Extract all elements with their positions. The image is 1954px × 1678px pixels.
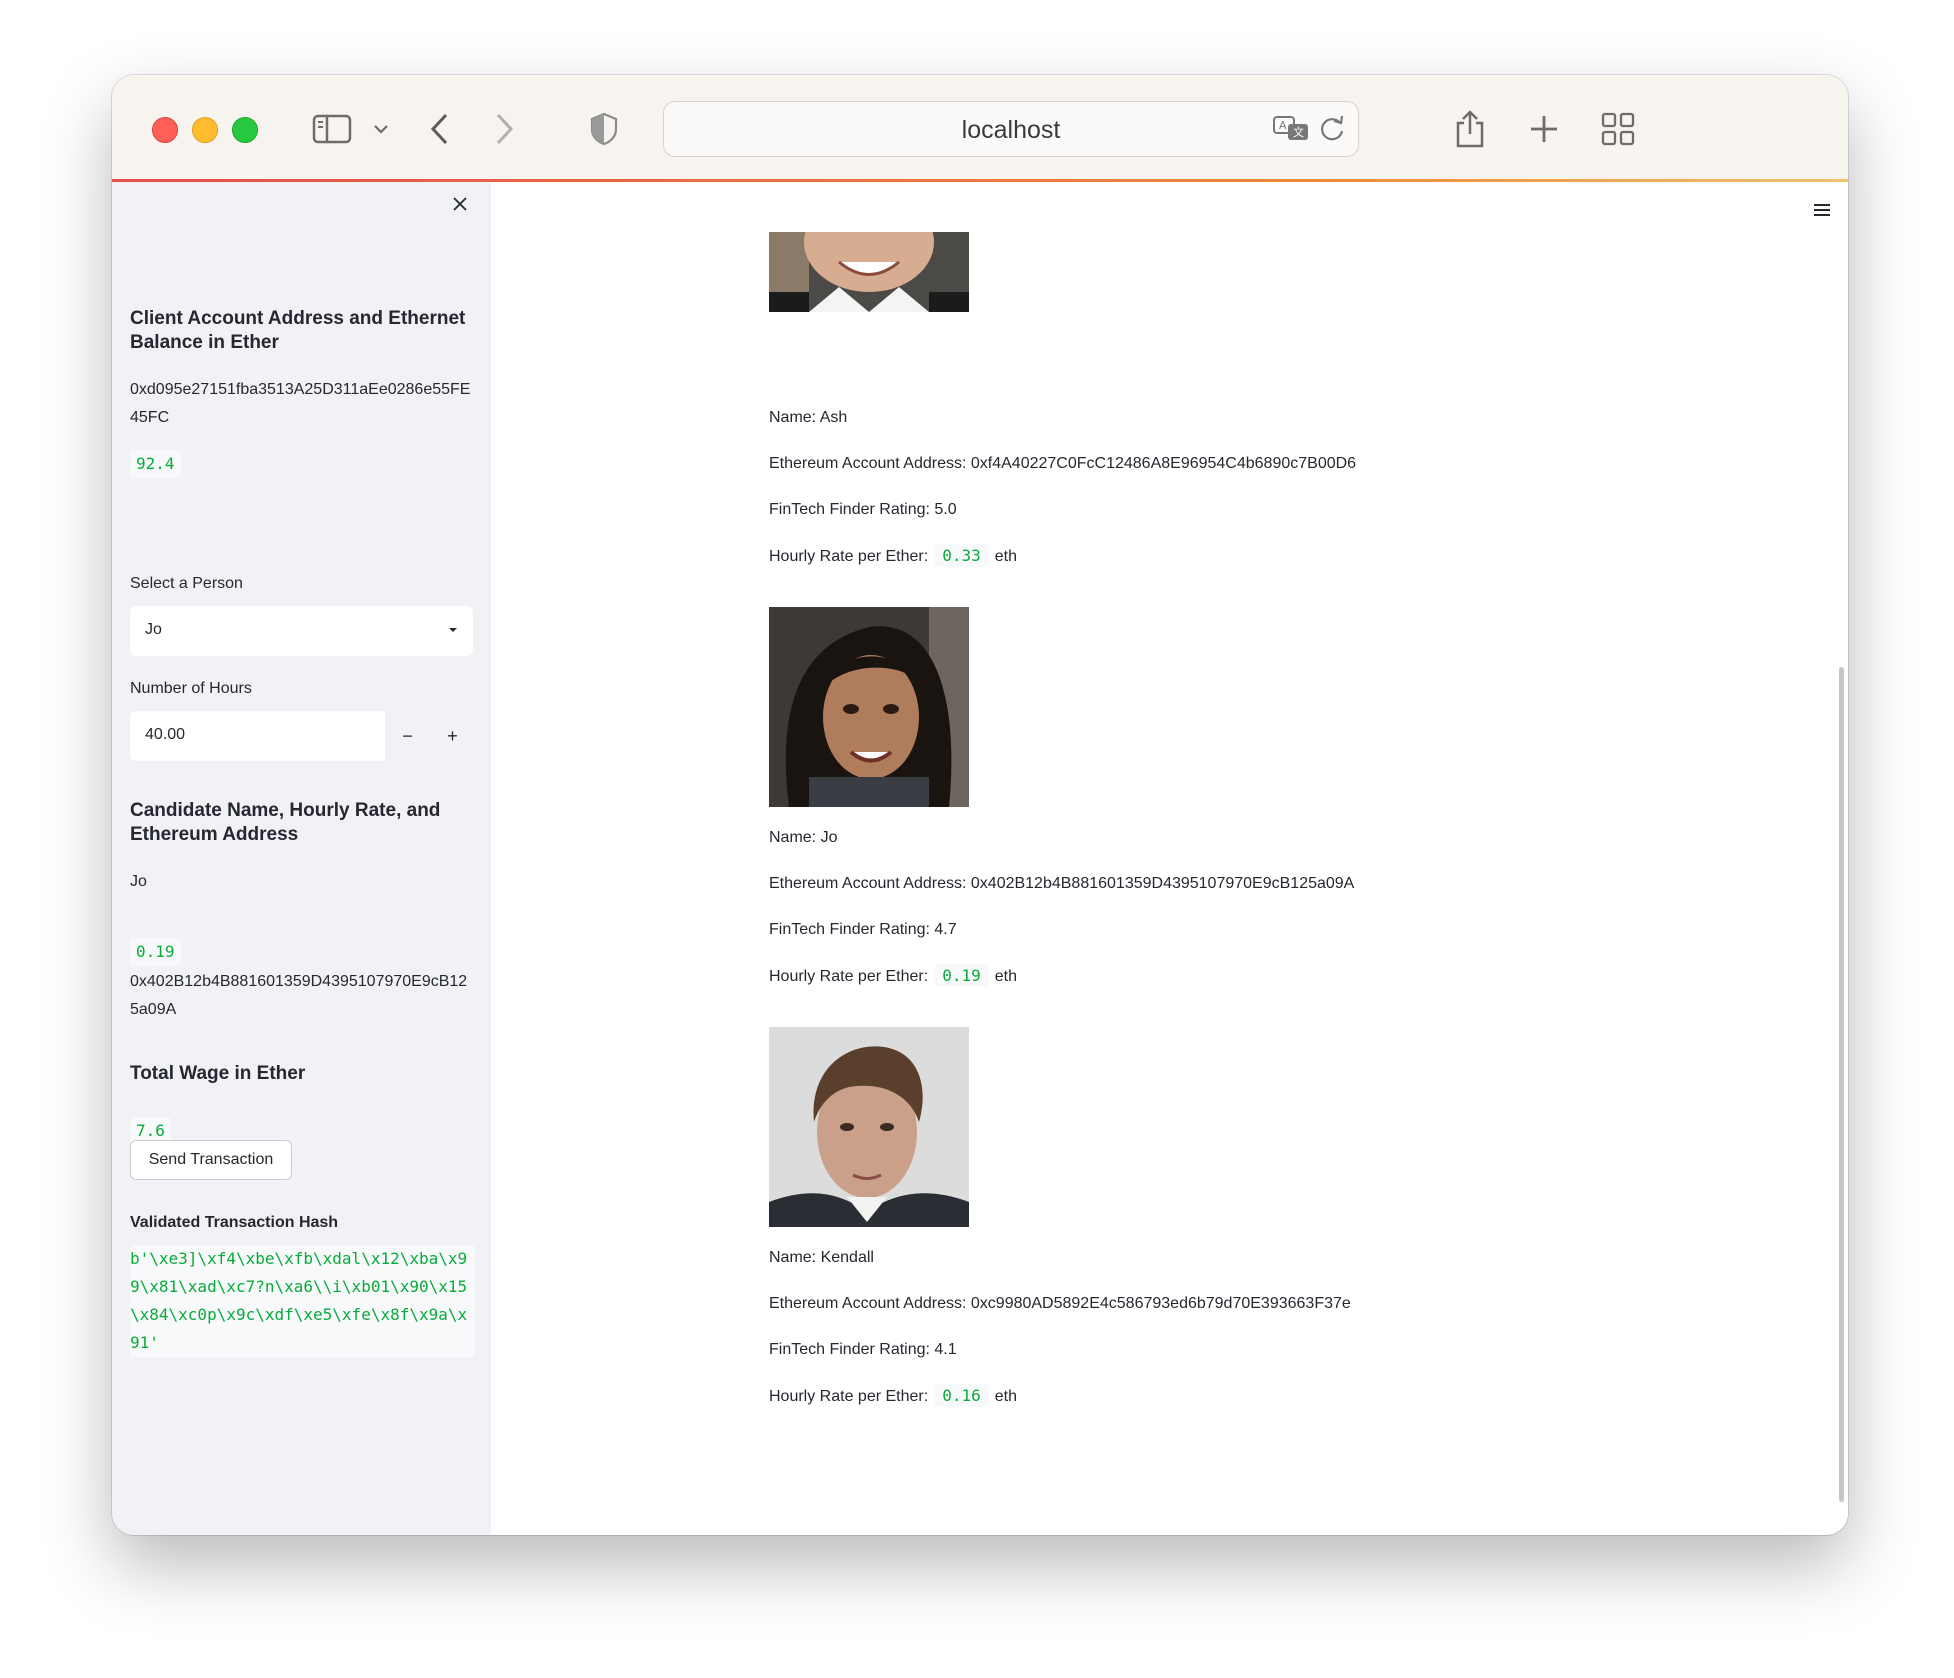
selected-person: Jo xyxy=(145,621,162,638)
candidate-hourly-rate: Hourly Rate per Ether: 0.16 eth xyxy=(769,1384,1017,1409)
chevron-down-icon xyxy=(449,628,457,632)
transaction-hash: b'\xe3]\xf4\xbe\xfb\xdal\x12\xba\x99\x81… xyxy=(130,1245,475,1357)
rate-label: Hourly Rate per Ether: xyxy=(769,1388,929,1405)
rate-unit: eth xyxy=(994,968,1017,985)
hamburger-menu-icon[interactable] xyxy=(1812,202,1832,223)
shield-icon[interactable] xyxy=(584,105,624,153)
hash-heading: Validated Transaction Hash xyxy=(130,1214,339,1231)
sidebar-toggle-icon[interactable] xyxy=(308,105,356,153)
zoom-window-button[interactable] xyxy=(232,117,258,143)
candidate-rating: FinTech Finder Rating: 4.7 xyxy=(769,921,957,938)
candidate-heading: Candidate Name, Hourly Rate, and Ethereu… xyxy=(130,800,441,845)
browser-window: localhost A文 Client Account Address and … xyxy=(112,75,1848,1535)
person-select[interactable]: Jo xyxy=(130,606,473,656)
increment-button[interactable]: + xyxy=(430,711,475,761)
candidate-photo-kendall xyxy=(769,1027,969,1227)
candidate-name: Name: Kendall xyxy=(769,1249,874,1266)
chevron-right-icon[interactable] xyxy=(484,105,524,153)
select-person-label: Select a Person xyxy=(130,575,243,592)
address-bar[interactable]: localhost A文 xyxy=(663,101,1359,157)
main-content: Name: Ash Ethereum Account Address: 0xf4… xyxy=(491,182,1848,1535)
address-url: localhost xyxy=(961,116,1061,144)
candidate-name: Name: Jo xyxy=(769,829,838,846)
balance-heading: Client Account Address and Ethernet Bala… xyxy=(130,308,466,353)
scrollbar[interactable] xyxy=(1839,667,1844,1502)
wage-heading: Total Wage in Ether xyxy=(130,1063,306,1084)
candidate-rating: FinTech Finder Rating: 4.1 xyxy=(769,1341,957,1358)
chevron-down-icon[interactable] xyxy=(366,105,396,153)
rate-label: Hourly Rate per Ether: xyxy=(769,548,929,565)
rate-unit: eth xyxy=(994,1388,1017,1405)
rate-value: 0.33 xyxy=(934,544,989,567)
chevron-left-icon[interactable] xyxy=(420,105,460,153)
candidate-rating: FinTech Finder Rating: 5.0 xyxy=(769,501,957,518)
svg-text:文: 文 xyxy=(1293,125,1304,139)
candidate-rate: 0.19 xyxy=(130,938,181,966)
candidate-photo-jo xyxy=(769,607,969,807)
client-address: 0xd095e27151fba3513A25D311aEe0286e55FE45… xyxy=(130,381,471,426)
svg-text:A: A xyxy=(1279,119,1287,132)
candidate-address: Ethereum Account Address: 0x402B12b4B881… xyxy=(769,875,1355,892)
candidate-hourly-rate: Hourly Rate per Ether: 0.19 eth xyxy=(769,964,1017,989)
share-icon[interactable] xyxy=(1448,105,1492,153)
candidate-address: Ethereum Account Address: 0xf4A40227C0Fc… xyxy=(769,455,1357,472)
rate-value: 0.16 xyxy=(934,1384,989,1407)
candidate-name: Name: Ash xyxy=(769,409,848,426)
balance-value: 92.4 xyxy=(130,450,181,478)
reload-icon[interactable] xyxy=(1318,114,1346,149)
translate-icon[interactable]: A文 xyxy=(1272,114,1310,149)
close-window-button[interactable] xyxy=(152,117,178,143)
rate-unit: eth xyxy=(994,548,1017,565)
candidate-address: 0x402B12b4B881601359D4395107970E9cB125a0… xyxy=(130,973,468,1018)
rate-value: 0.19 xyxy=(934,964,989,987)
decrement-button[interactable]: − xyxy=(385,711,430,761)
plus-icon[interactable] xyxy=(1522,105,1566,153)
sidebar: Client Account Address and Ethernet Bala… xyxy=(112,182,491,1535)
minimize-window-button[interactable] xyxy=(192,117,218,143)
browser-toolbar: localhost A文 xyxy=(112,75,1848,183)
hours-label: Number of Hours xyxy=(130,680,252,697)
hours-value[interactable]: 40.00 xyxy=(145,726,185,744)
candidate-name: Jo xyxy=(130,873,147,890)
hours-number-input[interactable]: 40.00 − + xyxy=(130,711,475,761)
tab-overview-icon[interactable] xyxy=(1596,105,1640,153)
candidate-photo-ash xyxy=(769,232,969,312)
candidate-hourly-rate: Hourly Rate per Ether: 0.33 eth xyxy=(769,544,1017,569)
close-icon[interactable] xyxy=(452,196,468,217)
rate-label: Hourly Rate per Ether: xyxy=(769,968,929,985)
send-transaction-button[interactable]: Send Transaction xyxy=(130,1140,292,1180)
candidate-address: Ethereum Account Address: 0xc9980AD5892E… xyxy=(769,1295,1351,1312)
